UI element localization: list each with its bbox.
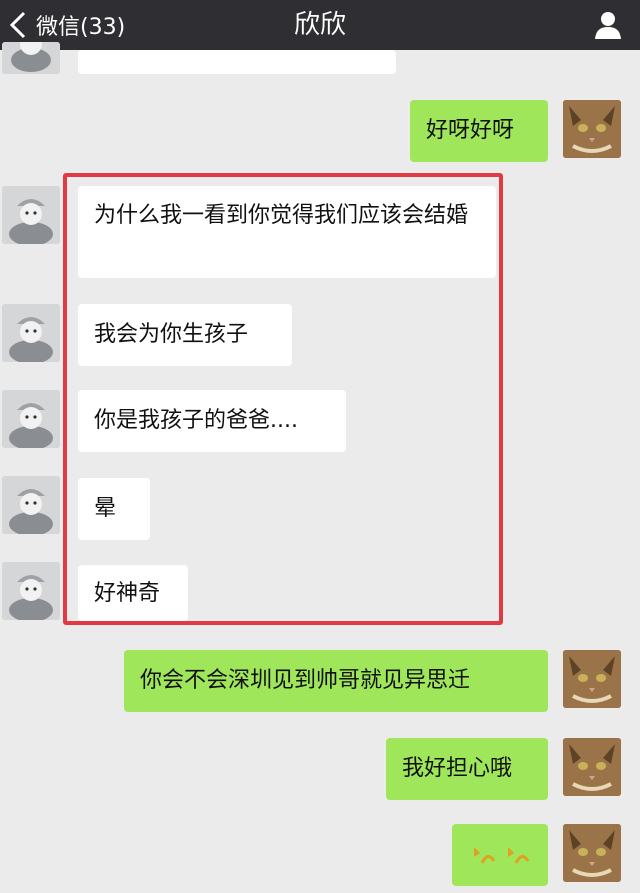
back-label: 微信(33) — [36, 15, 126, 40]
user-avatar[interactable] — [563, 100, 621, 158]
contact-avatar[interactable] — [2, 562, 60, 620]
smile-emoji-icon — [474, 847, 496, 864]
message-bubble-incoming[interactable]: 你是我孩子的爸爸.... — [78, 390, 346, 452]
message-bubble-outgoing[interactable]: 你会不会深圳见到帅哥就见异思迁 — [124, 650, 548, 712]
navigation-bar: 微信(33) 欣欣 — [0, 0, 640, 50]
message-bubble-partial[interactable] — [78, 50, 396, 74]
message-bubble-emoji[interactable] — [452, 824, 548, 886]
contact-avatar[interactable] — [2, 304, 60, 362]
contact-avatar[interactable] — [2, 476, 60, 534]
contact-avatar[interactable] — [2, 186, 60, 244]
message-bubble-incoming[interactable]: 好神奇 — [78, 565, 188, 621]
message-bubble-outgoing[interactable]: 我好担心哦 — [386, 738, 548, 800]
contact-profile-button[interactable] — [586, 0, 630, 50]
smile-emoji-icon — [508, 847, 530, 864]
message-bubble-incoming[interactable]: 晕 — [78, 478, 150, 540]
message-bubble-outgoing[interactable]: 好呀好呀 — [410, 100, 548, 162]
user-avatar[interactable] — [563, 650, 621, 708]
message-bubble-incoming[interactable]: 为什么我一看到你觉得我们应该会结婚 — [78, 186, 496, 278]
user-avatar[interactable] — [563, 824, 621, 882]
contact-avatar[interactable] — [2, 42, 60, 74]
user-avatar[interactable] — [563, 738, 621, 796]
contact-avatar[interactable] — [2, 390, 60, 448]
person-icon — [595, 12, 621, 39]
message-bubble-incoming[interactable]: 我会为你生孩子 — [78, 304, 292, 366]
